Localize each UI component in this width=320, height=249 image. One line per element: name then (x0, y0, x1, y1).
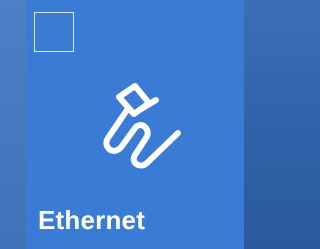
ethernet-cable-icon (103, 83, 181, 169)
tile-select-checkbox[interactable] (34, 12, 74, 52)
desktop-background-strip (0, 0, 26, 249)
ethernet-quick-action-tile[interactable]: Ethernet (26, 0, 244, 249)
tile-label: Ethernet (38, 205, 146, 235)
